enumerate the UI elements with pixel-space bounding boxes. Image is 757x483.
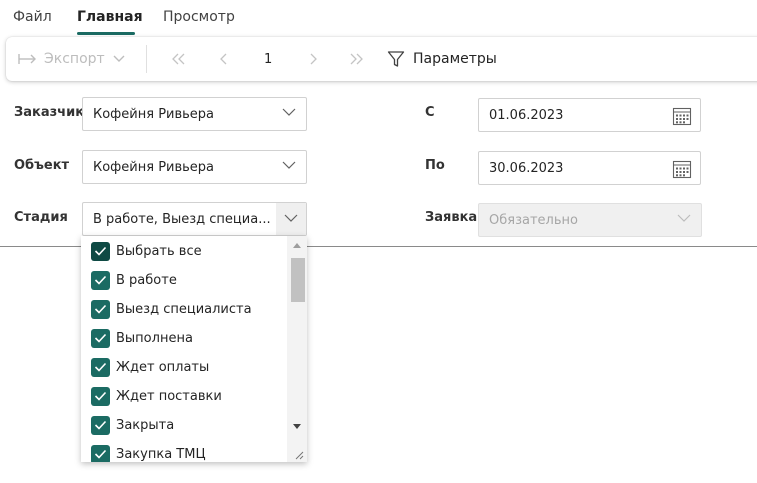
page-number[interactable]: 1: [264, 37, 272, 81]
stage-option[interactable]: Ждет оплаты: [91, 355, 209, 379]
checkbox-checked-icon[interactable]: [91, 415, 110, 435]
export-label: Экспорт: [44, 51, 105, 67]
customer-label: Заказчик: [14, 105, 85, 120]
stage-select[interactable]: В работе, Выезд специа...: [82, 202, 307, 236]
customer-value: Кофейня Ривьера: [93, 106, 215, 122]
parameters-label: Параметры: [413, 51, 497, 67]
checkbox-checked-icon[interactable]: [91, 299, 110, 319]
stage-option-label: Ждет оплаты: [116, 359, 210, 375]
stage-option[interactable]: Ждет поставки: [91, 384, 222, 408]
next-page-button[interactable]: [309, 37, 317, 81]
checkbox-checked-icon[interactable]: [91, 444, 110, 462]
checkbox-checked-icon[interactable]: [91, 357, 110, 377]
stage-option-label: Ждет поставки: [116, 388, 222, 404]
chevron-down-icon: [677, 214, 691, 222]
chevron-down-icon: [282, 108, 296, 116]
stage-option[interactable]: Закрыта: [91, 413, 174, 437]
resize-grip-icon[interactable]: [294, 450, 304, 460]
export-button[interactable]: Экспорт: [18, 37, 125, 81]
export-arrow-icon: [18, 54, 36, 64]
stage-option[interactable]: Закупка ТМЦ: [91, 442, 206, 462]
chevron-down-icon: [113, 55, 125, 62]
last-page-button[interactable]: [348, 37, 364, 81]
checkbox-checked-icon[interactable]: [91, 270, 110, 290]
parameters-button[interactable]: Параметры: [387, 37, 497, 81]
stage-option-label: Выезд специалиста: [116, 301, 252, 317]
calendar-icon[interactable]: [672, 106, 692, 126]
prev-page-button[interactable]: [220, 37, 228, 81]
object-select[interactable]: Кофейня Ривьера: [82, 150, 307, 184]
stage-option[interactable]: Выполнена: [91, 326, 193, 350]
active-tab-indicator: [77, 32, 135, 35]
stage-option-label: Закупка ТМЦ: [116, 446, 206, 462]
date-to-value: 30.06.2023: [489, 160, 564, 176]
tab-view[interactable]: Просмотр: [163, 9, 235, 25]
date-from-input[interactable]: 01.06.2023: [478, 98, 701, 132]
request-label: Заявка: [425, 210, 478, 225]
scrollbar[interactable]: [287, 236, 307, 462]
stage-option-label: Закрыта: [116, 417, 175, 433]
scrollbar-thumb[interactable]: [291, 258, 305, 302]
customer-select[interactable]: Кофейня Ривьера: [82, 97, 307, 131]
chevron-down-icon: [284, 214, 298, 222]
date-to-input[interactable]: 30.06.2023: [478, 151, 701, 185]
stage-option-label: В работе: [116, 272, 177, 288]
chevron-down-icon: [282, 161, 296, 169]
stage-option-label: Выполнена: [116, 330, 193, 346]
checkbox-checked-icon[interactable]: [91, 386, 110, 406]
object-label: Объект: [14, 158, 70, 173]
toolbar-separator: [146, 45, 147, 73]
double-chevron-left-icon: [172, 53, 185, 65]
first-page-button[interactable]: [171, 37, 187, 81]
stage-option-label: Выбрать все: [116, 243, 202, 259]
date-from-label: С: [425, 105, 435, 120]
checkbox-checked-icon[interactable]: [91, 241, 110, 261]
filter-icon: [387, 51, 405, 67]
chevron-right-icon: [310, 53, 317, 65]
stage-dropdown: Выбрать все В работе Выезд специалиста Выпо…: [81, 236, 307, 462]
calendar-icon[interactable]: [672, 159, 692, 179]
date-from-value: 01.06.2023: [489, 107, 564, 123]
stage-label: Стадия: [14, 210, 68, 225]
ribbon-tabs: Файл Главная Просмотр: [0, 0, 757, 36]
select-all-option[interactable]: Выбрать все: [91, 239, 202, 263]
scroll-down-arrow-icon[interactable]: [292, 423, 302, 430]
double-chevron-right-icon: [350, 53, 363, 65]
stage-value: В работе, Выезд специа...: [93, 211, 271, 227]
object-value: Кофейня Ривьера: [93, 159, 215, 175]
date-to-label: По: [425, 158, 445, 173]
stage-option[interactable]: В работе: [91, 268, 177, 292]
scroll-up-arrow-icon[interactable]: [292, 242, 302, 249]
chevron-left-icon: [220, 53, 227, 65]
tab-home[interactable]: Главная: [77, 9, 143, 25]
stage-dropdown-toggle[interactable]: [276, 203, 306, 235]
stage-option[interactable]: Выезд специалиста: [91, 297, 252, 321]
tab-file[interactable]: Файл: [13, 9, 52, 25]
request-value: Обязательно: [489, 212, 578, 228]
request-select: Обязательно: [478, 203, 702, 237]
toolbar: Экспорт 1 Параметры: [6, 37, 757, 81]
checkbox-checked-icon[interactable]: [91, 328, 110, 348]
